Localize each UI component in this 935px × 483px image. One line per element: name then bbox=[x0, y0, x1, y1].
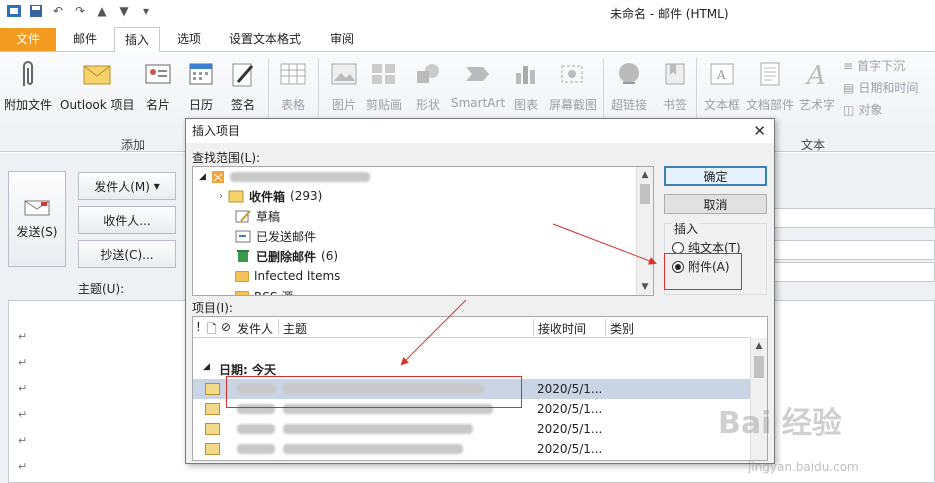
arrow-to-attachment bbox=[552, 223, 657, 265]
watermark-url: jingyan.baidu.com bbox=[748, 460, 859, 474]
arrow-to-item bbox=[400, 299, 467, 366]
watermark-logo: Bai 经验 bbox=[718, 406, 842, 441]
